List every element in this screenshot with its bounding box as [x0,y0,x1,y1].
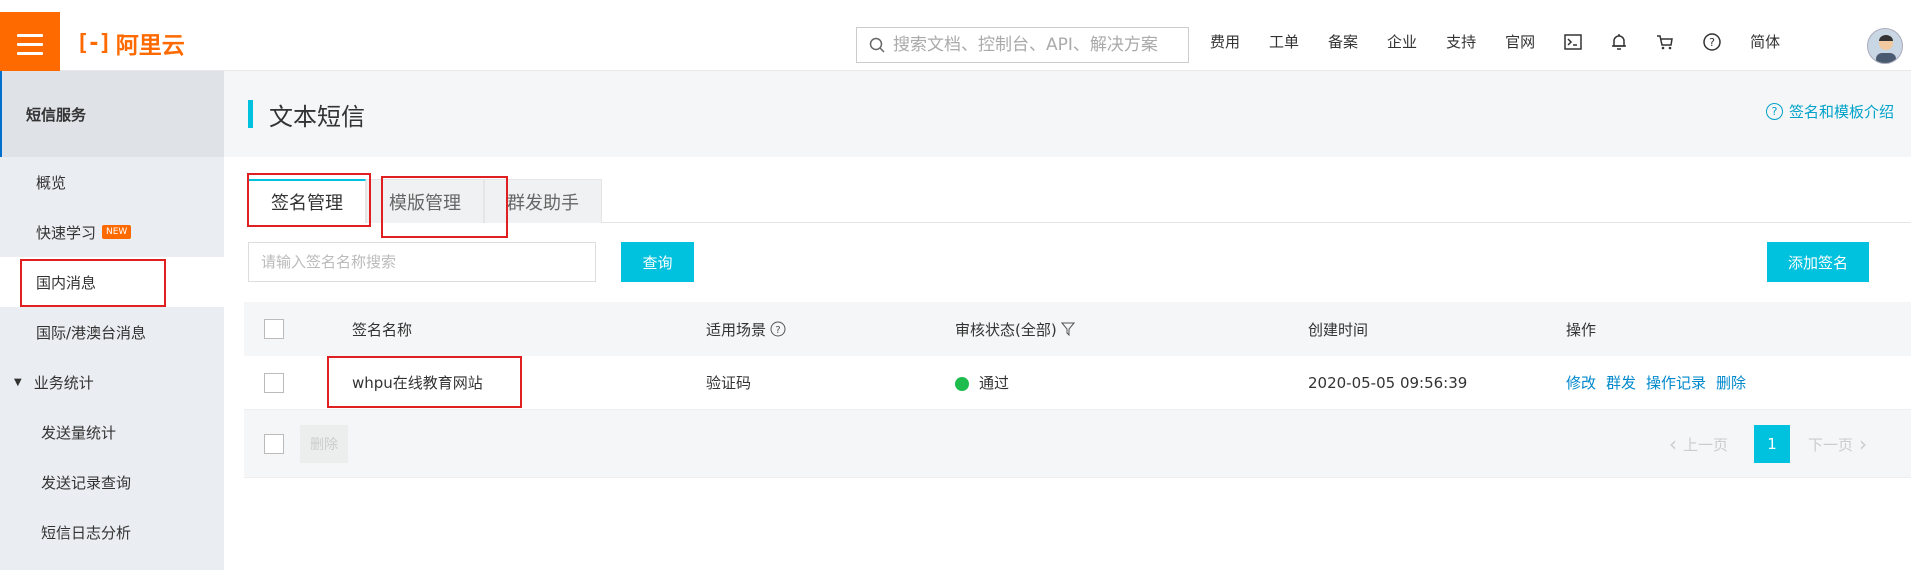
sidebar-item-overview[interactable]: 概览 [0,157,224,207]
sidebar-item-label: 概览 [36,173,67,192]
column-header-status[interactable]: 审核状态(全部) [955,319,1075,340]
terminal-icon[interactable] [1564,33,1582,50]
query-button[interactable]: 查询 [621,242,694,282]
signature-table: 签名名称 适用场景 ? 审核状态(全部) 创建时间 操作 whpu在线教育网站 … [244,302,1911,478]
aliyun-logo-mark: [-] [76,30,112,56]
aliyun-logo[interactable]: [-] 阿里云 [76,28,185,60]
signature-search-input[interactable] [248,242,596,282]
help-icon[interactable]: ? [1703,32,1721,51]
sidebar-item-label: 国内消息 [36,273,97,292]
nav-icp[interactable]: 备案 [1328,31,1358,52]
add-signature-button[interactable]: 添加签名 [1767,242,1869,282]
caret-down-icon: ▼ [14,376,22,388]
global-search-input[interactable] [893,35,1173,55]
new-badge: NEW [102,225,132,239]
menu-icon[interactable] [0,12,60,77]
global-search[interactable] [856,27,1189,63]
info-icon[interactable]: ? [770,321,786,337]
sidebar-item-label: 发送记录查询 [41,473,132,492]
page-number[interactable]: 1 [1754,425,1790,463]
page-header: 文本短信 ? 签名和模板介绍 [224,71,1911,157]
table-row: whpu在线教育网站 验证码 通过 2020-05-05 09:56:39 修改… [244,356,1911,410]
help-link-label: 签名和模板介绍 [1788,103,1894,121]
select-all-checkbox[interactable] [264,319,284,339]
logo-text: 阿里云 [115,33,185,59]
signature-scene: 验证码 [706,374,752,392]
chevron-right-icon: › [1859,432,1868,456]
page-title: 文本短信 [269,102,365,131]
filter-icon[interactable] [1060,322,1075,336]
sidebar-item-label: 快速学习 [36,223,97,242]
status-ok-icon [955,376,969,391]
table-header: 签名名称 适用场景 ? 审核状态(全部) 创建时间 操作 [244,302,1911,356]
tab-bulk-send[interactable]: 群发助手 [484,179,602,223]
bulk-delete-button[interactable]: 删除 [300,425,348,463]
prev-page-button[interactable]: ‹ 上一页 [1669,425,1728,463]
sidebar-item-label: 短信日志分析 [41,523,132,542]
bell-icon[interactable] [1611,33,1627,51]
column-header-scene: 适用场景 ? [706,319,786,340]
sidebar-item-label: 业务统计 [33,373,94,392]
sidebar-item-log-analysis[interactable]: 短信日志分析 [0,507,224,557]
sidebar-item-quick-learn[interactable]: 快速学习 NEW [0,207,224,257]
sidebar-item-domestic[interactable]: 国内消息 [0,257,224,307]
signature-status: 通过 [955,372,1009,393]
table-footer: 删除 ‹ 上一页 1 下一页 › [244,410,1911,478]
cart-icon[interactable] [1656,34,1674,50]
next-page-button[interactable]: 下一页 › [1808,425,1867,463]
row-actions: 修改 群发 操作记录 删除 [1566,372,1756,393]
column-header-created: 创建时间 [1308,320,1369,339]
question-icon: ? [1765,103,1783,120]
signature-name: whpu在线教育网站 [352,374,483,392]
svg-text:?: ? [1709,36,1715,49]
bulk-send-link[interactable]: 群发 [1606,374,1636,392]
sidebar-item-send-records[interactable]: 发送记录查询 [0,457,224,507]
nav-enterprise[interactable]: 企业 [1387,31,1417,52]
sidebar-item-international[interactable]: 国际/港澳台消息 [0,307,224,357]
column-header-scene-label: 适用场景 [706,320,767,339]
nav-support[interactable]: 支持 [1446,31,1476,52]
footer-select-all-checkbox[interactable] [264,434,284,454]
delete-link[interactable]: 删除 [1716,374,1746,392]
tab-template[interactable]: 模版管理 [366,179,484,223]
avatar[interactable] [1867,28,1903,64]
sidebar-item-label: 国际/港澳台消息 [36,323,147,342]
svg-text:?: ? [775,325,780,336]
top-nav: 费用 工单 备案 企业 支持 官网 ? 简体 [1210,6,1809,77]
sidebar-title: 短信服务 [0,71,224,157]
status-label: 通过 [979,374,1010,392]
tab-bar: 签名管理 模版管理 群发助手 [248,179,1911,223]
column-header-actions: 操作 [1566,320,1597,339]
column-header-name: 签名名称 [352,320,413,339]
next-page-label: 下一页 [1808,435,1854,454]
sidebar: 短信服务 概览 快速学习 NEW 国内消息 国际/港澳台消息 ▼ 业务统计 发送量统… [0,71,224,570]
tab-signature[interactable]: 签名管理 [248,179,366,223]
prev-page-label: 上一页 [1683,435,1729,454]
row-checkbox[interactable] [264,373,284,393]
top-bar: [-] 阿里云 费用 工单 备案 企业 支持 官网 ? 简体 [0,0,1911,77]
search-icon [869,37,885,53]
sidebar-item-business-stats[interactable]: ▼ 业务统计 [0,357,224,407]
sidebar-item-send-stats[interactable]: 发送量统计 [0,407,224,457]
operation-log-link[interactable]: 操作记录 [1646,374,1706,392]
nav-ticket[interactable]: 工单 [1269,31,1299,52]
edit-link[interactable]: 修改 [1566,374,1596,392]
nav-official-site[interactable]: 官网 [1505,31,1535,52]
help-link[interactable]: ? 签名和模板介绍 [1765,101,1894,122]
sidebar-item-label: 发送量统计 [41,423,117,442]
column-header-status-label: 审核状态(全部) [955,320,1057,339]
chevron-left-icon: ‹ [1669,432,1677,456]
signature-created-time: 2020-05-05 09:56:39 [1308,373,1468,392]
title-accent-bar [248,100,253,128]
nav-billing[interactable]: 费用 [1210,31,1240,52]
language-switch[interactable]: 简体 [1750,31,1780,52]
